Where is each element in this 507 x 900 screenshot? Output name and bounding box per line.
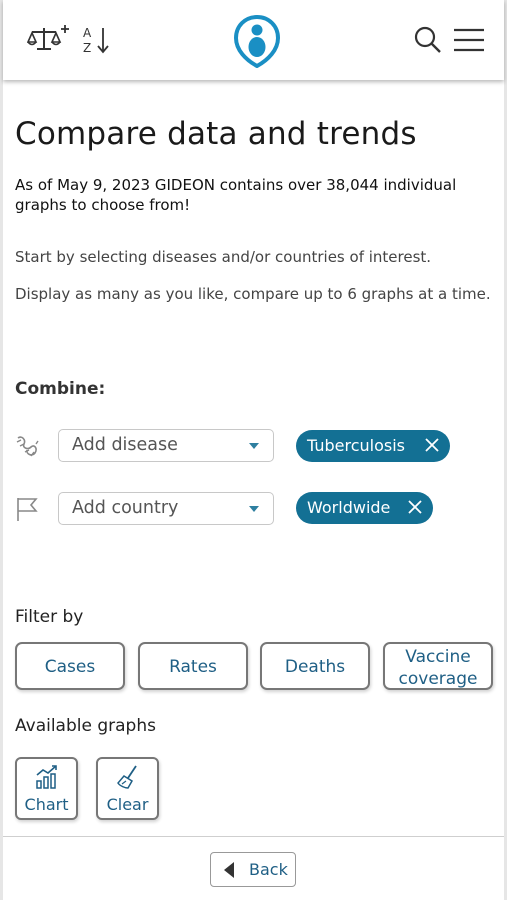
- available-graphs-label: Available graphs: [15, 716, 156, 736]
- menu-icon[interactable]: [452, 27, 486, 53]
- sort-az-icon[interactable]: A Z: [81, 24, 113, 56]
- broom-icon: [117, 765, 137, 789]
- add-disease-placeholder: Add disease: [72, 435, 178, 455]
- sort-letter-a: A: [83, 26, 92, 40]
- gideon-logo[interactable]: [232, 14, 282, 68]
- flag-icon: [17, 498, 38, 521]
- intro-paragraph-2: Display as many as you like, compare up …: [15, 285, 491, 303]
- filter-button-label: Cases: [44, 657, 96, 677]
- search-icon[interactable]: [413, 25, 443, 55]
- country-tag-label: Worldwide: [307, 498, 391, 517]
- filter-button-label: Vaccine coverage: [398, 647, 478, 689]
- chart-button[interactable]: Chart: [15, 757, 78, 820]
- filter-rates-button[interactable]: Rates: [138, 642, 248, 690]
- add-disease-dropdown[interactable]: Add disease: [58, 429, 274, 462]
- frame-left-edge: [0, 0, 3, 900]
- back-button-label: Back: [249, 860, 288, 879]
- page-title: Compare data and trends: [15, 116, 417, 152]
- clear-button-label: Clear: [106, 795, 149, 814]
- filter-cases-button[interactable]: Cases: [15, 642, 125, 690]
- chevron-down-icon: [249, 443, 259, 449]
- filter-deaths-button[interactable]: Deaths: [260, 642, 370, 690]
- filter-button-label: Rates: [169, 657, 217, 677]
- back-button[interactable]: Back: [210, 852, 296, 887]
- scale-plus-icon[interactable]: [27, 24, 71, 54]
- footer-divider: [3, 836, 504, 837]
- disease-tag-label: Tuberculosis: [307, 436, 405, 455]
- intro-paragraph-1: Start by selecting diseases and/or count…: [15, 248, 432, 266]
- close-icon[interactable]: [423, 436, 441, 454]
- back-arrow-icon: [224, 862, 234, 878]
- filter-button-label: Deaths: [284, 657, 346, 677]
- top-header: A Z: [3, 0, 504, 80]
- sort-letter-z: Z: [83, 41, 91, 55]
- close-icon[interactable]: [406, 498, 424, 516]
- country-tag-worldwide[interactable]: Worldwide: [296, 492, 433, 524]
- clear-button[interactable]: Clear: [96, 757, 159, 820]
- chart-icon: [36, 765, 57, 789]
- add-country-dropdown[interactable]: Add country: [58, 492, 274, 525]
- page-subtitle: As of May 9, 2023 GIDEON contains over 3…: [15, 176, 457, 214]
- add-country-placeholder: Add country: [72, 498, 179, 518]
- bacteria-icon: [16, 436, 39, 457]
- chart-button-label: Chart: [24, 795, 69, 814]
- filter-vaccine-coverage-button[interactable]: Vaccine coverage: [383, 642, 493, 690]
- chevron-down-icon: [249, 506, 259, 512]
- disease-tag-tuberculosis[interactable]: Tuberculosis: [296, 430, 450, 462]
- filter-by-label: Filter by: [15, 607, 84, 627]
- combine-label: Combine:: [15, 379, 106, 399]
